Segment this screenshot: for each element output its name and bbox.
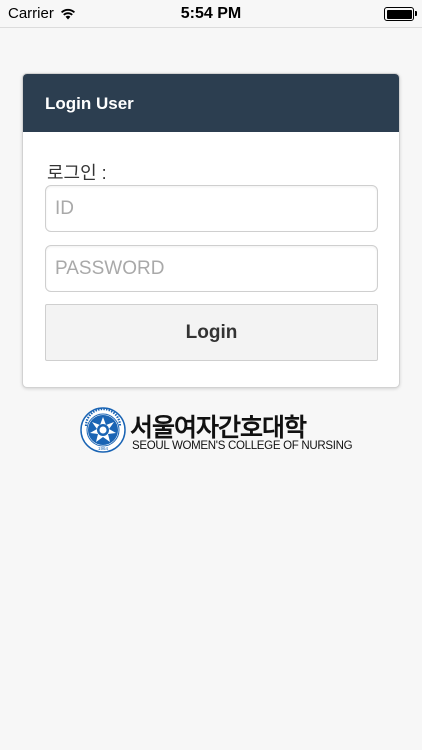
emblem-year: 1964 [98, 446, 109, 451]
logo-name-korean: 서울여자간호대학 [130, 413, 307, 442]
status-time: 5:54 PM [180, 5, 242, 22]
id-input[interactable] [45, 185, 378, 232]
panel-title: Login User [23, 74, 399, 132]
logo-name-english: SEOUL WOMEN'S COLLEGE OF NURSING [132, 440, 353, 452]
battery-icon [384, 7, 417, 21]
login-panel: Login User 로그인 : Login [22, 73, 400, 388]
college-emblem-icon: 1964 [80, 407, 126, 453]
college-logo: 1964 서울여자간호대학 SEOUL WOMEN'S COLLEGE OF N… [80, 406, 353, 458]
login-label: 로그인 : [47, 163, 107, 183]
password-input[interactable] [45, 245, 378, 292]
status-bar: Carrier 5:54 PM [0, 0, 422, 28]
login-button[interactable]: Login [45, 304, 378, 361]
